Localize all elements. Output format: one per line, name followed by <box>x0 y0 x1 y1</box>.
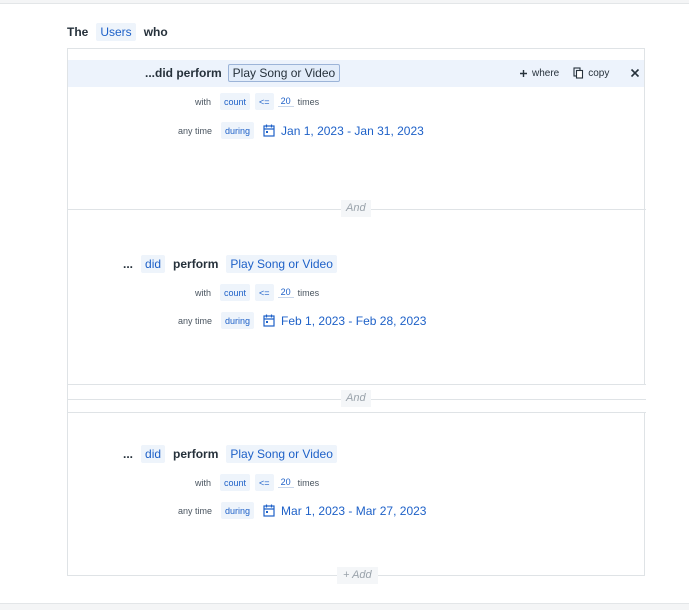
condition-1-header: ...did perform Play Song or Video <box>145 64 341 82</box>
condition-3-header: ... did perform Play Song or Video <box>123 445 337 463</box>
operator-selector[interactable]: <= <box>255 284 274 301</box>
where-label: where <box>532 67 560 79</box>
perform-label: perform <box>173 257 219 271</box>
add-condition-button[interactable]: + Add <box>337 567 378 584</box>
time-label: any time <box>178 315 213 326</box>
ellipsis-label: ... <box>123 447 134 461</box>
calendar-icon <box>263 314 275 327</box>
count-value-input[interactable]: 20 <box>277 477 294 488</box>
event-selector[interactable]: Play Song or Video <box>226 255 337 273</box>
with-label: with <box>195 477 212 488</box>
where-button[interactable]: where <box>519 68 559 79</box>
count-value-input[interactable]: 20 <box>277 287 294 298</box>
operator-selector[interactable]: <= <box>255 93 274 110</box>
condition-2-header: ... did perform Play Song or Video <box>123 255 337 273</box>
header-who: who <box>143 25 168 39</box>
during-selector[interactable]: during <box>221 122 255 139</box>
event-selector[interactable]: Play Song or Video <box>227 64 341 82</box>
bottom-border <box>0 603 689 610</box>
times-label: times <box>297 477 320 488</box>
operator-selector[interactable]: <= <box>255 474 274 491</box>
copy-icon <box>573 67 584 79</box>
date-range-picker[interactable]: Feb 1, 2023 - Feb 28, 2023 <box>263 314 426 328</box>
header-the: The <box>67 25 89 39</box>
did-selector[interactable]: did <box>141 255 166 273</box>
condition-1-time: any time during Jan 1, 2023 - Jan 31, 20… <box>178 122 424 139</box>
date-range-picker[interactable]: Mar 1, 2023 - Mar 27, 2023 <box>263 504 426 518</box>
time-label: any time <box>178 125 213 136</box>
count-value-input[interactable]: 20 <box>277 96 294 107</box>
close-icon[interactable] <box>630 68 640 78</box>
condition-3-frequency: with count <= 20 times <box>195 474 319 491</box>
metric-selector[interactable]: count <box>220 474 251 491</box>
did-selector[interactable]: did <box>141 445 166 463</box>
entity-selector[interactable]: Users <box>96 23 136 41</box>
condition-2-frequency: with count <= 20 times <box>195 284 319 301</box>
during-selector[interactable]: during <box>221 312 255 329</box>
during-selector[interactable]: during <box>221 502 255 519</box>
calendar-icon <box>263 504 275 517</box>
date-range-text: Jan 1, 2023 - Jan 31, 2023 <box>281 123 424 138</box>
times-label: times <box>297 287 320 298</box>
time-label: any time <box>178 505 213 516</box>
date-range-text: Feb 1, 2023 - Feb 28, 2023 <box>281 313 427 328</box>
metric-selector[interactable]: count <box>220 93 251 110</box>
condition-1-actions: where copy <box>519 67 640 79</box>
metric-selector[interactable]: count <box>220 284 251 301</box>
perform-label: perform <box>173 447 219 461</box>
condition-1-frequency: with count <= 20 times <box>195 93 319 110</box>
plus-icon <box>520 69 527 77</box>
condition-2-time: any time during Feb 1, 2023 - Feb 28, 20… <box>178 312 426 329</box>
top-border <box>0 0 689 4</box>
and-joiner[interactable]: And <box>341 200 371 217</box>
did-perform-label: ...did perform <box>145 66 222 80</box>
copy-button[interactable]: copy <box>573 67 609 79</box>
date-range-picker[interactable]: Jan 1, 2023 - Jan 31, 2023 <box>263 124 424 138</box>
ellipsis-label: ... <box>123 257 134 271</box>
cohort-header: The Users who <box>67 23 168 41</box>
and-joiner[interactable]: And <box>341 390 371 407</box>
with-label: with <box>195 287 212 298</box>
times-label: times <box>297 96 320 107</box>
copy-label: copy <box>588 67 610 79</box>
calendar-icon <box>263 124 275 137</box>
condition-3-time: any time during Mar 1, 2023 - Mar 27, 20… <box>178 502 426 519</box>
event-selector[interactable]: Play Song or Video <box>226 445 337 463</box>
date-range-text: Mar 1, 2023 - Mar 27, 2023 <box>281 503 427 518</box>
with-label: with <box>195 96 212 107</box>
